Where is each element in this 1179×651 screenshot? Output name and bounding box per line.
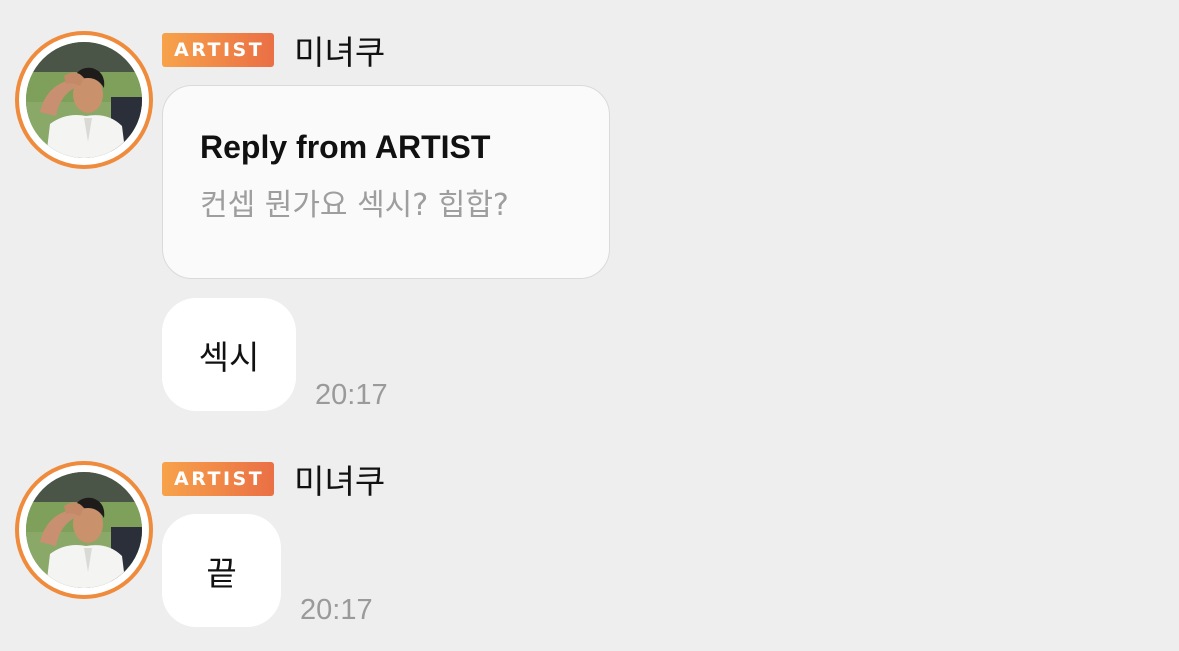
sender-header: ARTIST 미녀쿠: [162, 459, 385, 501]
artist-avatar-button[interactable]: [15, 461, 153, 599]
reply-title: Reply from ARTIST: [200, 129, 491, 165]
avatar-photo: [26, 42, 142, 158]
reply-card[interactable]: Reply from ARTIST 컨셉 뭔가요 섹시? 힙합?: [162, 85, 610, 279]
message-text: 섹시: [198, 337, 260, 377]
artist-badge: ARTIST: [162, 33, 275, 67]
message-group-1: ARTIST 미녀쿠 Reply from ARTIST 컨셉 뭔가요 섹시? …: [0, 0, 1179, 420]
message-bubble[interactable]: 끝: [162, 514, 281, 627]
message-group-2: ARTIST 미녀쿠 끝 20:17: [0, 440, 1179, 651]
artist-badge: ARTIST: [162, 462, 275, 496]
avatar-photo: [26, 472, 142, 588]
sender-name[interactable]: 미녀쿠: [294, 455, 385, 503]
message-timestamp: 20:17: [300, 594, 373, 626]
quoted-message: 컨셉 뭔가요 섹시? 힙합?: [200, 188, 509, 223]
message-text: 끝: [206, 553, 237, 593]
sender-header: ARTIST 미녀쿠: [162, 30, 385, 72]
message-timestamp: 20:17: [315, 379, 388, 411]
chat-screen: { "messages": [ { "badge": "ARTIST", "se…: [0, 0, 1179, 651]
sender-name[interactable]: 미녀쿠: [294, 26, 385, 74]
message-bubble[interactable]: 섹시: [162, 298, 296, 411]
artist-avatar-button[interactable]: [15, 31, 153, 169]
